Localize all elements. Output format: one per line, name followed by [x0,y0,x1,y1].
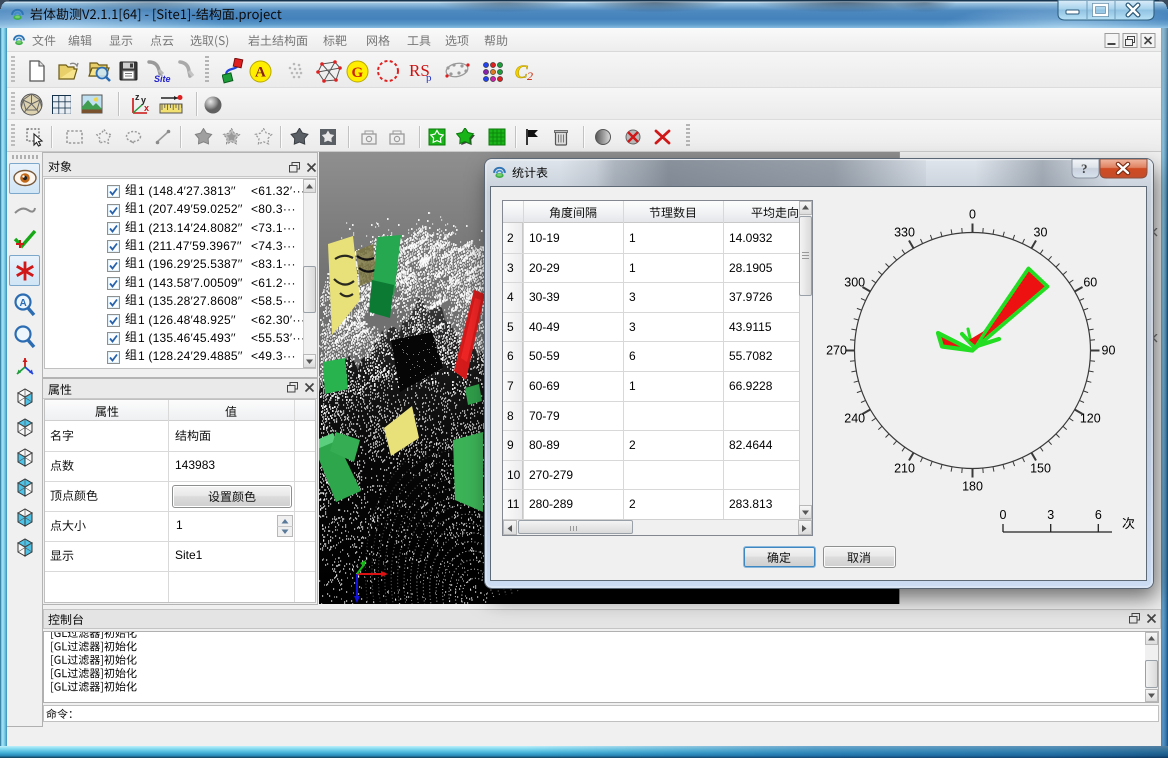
svg-text:6: 6 [1095,508,1102,522]
svg-text:30: 30 [1034,226,1048,240]
svg-text:150: 150 [1030,461,1051,475]
svg-text:90: 90 [1102,344,1116,358]
svg-text:180: 180 [962,480,983,494]
svg-text:z: z [135,92,140,102]
svg-text:x: x [144,103,149,113]
svg-text:?: ? [1081,161,1088,176]
svg-text:330: 330 [894,226,915,240]
svg-text:240: 240 [844,412,865,426]
svg-text:A: A [255,65,266,81]
svg-text:p: p [426,72,432,83]
svg-text:A: A [20,298,27,309]
svg-text:300: 300 [844,276,865,290]
svg-text:0: 0 [969,208,976,222]
svg-text:3: 3 [1047,508,1054,522]
svg-text:60: 60 [1083,276,1097,290]
svg-text:120: 120 [1080,412,1101,426]
svg-text:Site: Site [154,74,171,84]
svg-text:0: 0 [1000,508,1007,522]
svg-text:G: G [352,65,364,81]
svg-text:210: 210 [894,461,915,475]
svg-text:2: 2 [527,69,533,82]
svg-text:270: 270 [826,344,847,358]
